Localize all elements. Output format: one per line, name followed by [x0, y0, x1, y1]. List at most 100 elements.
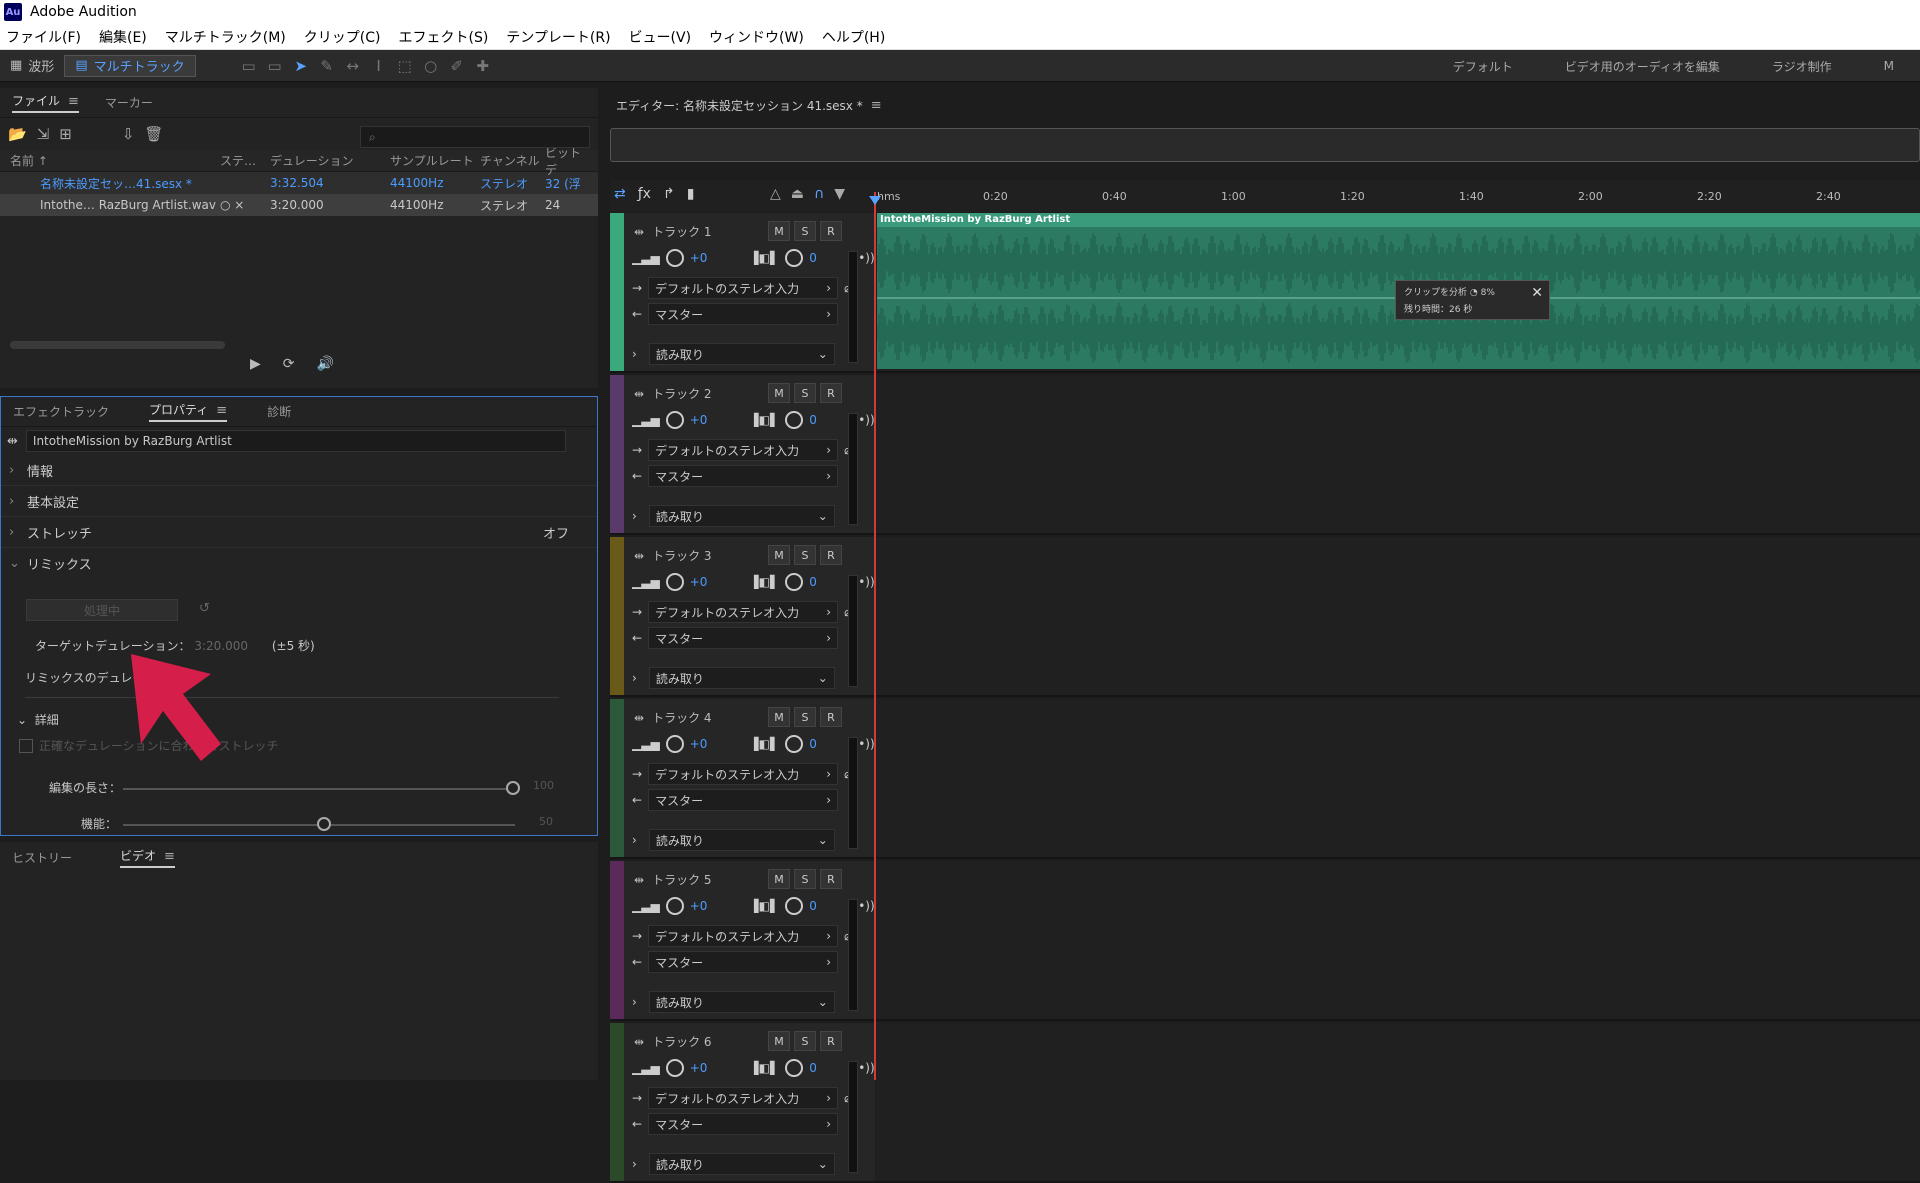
pan-knob[interactable] — [785, 249, 804, 267]
volume-value[interactable]: +0 — [690, 899, 708, 913]
play-icon[interactable]: ▶ — [250, 356, 261, 372]
spectral-pitch-icon[interactable]: ▭ — [262, 55, 288, 77]
track-automation-select[interactable]: 読み取り ⌄ — [648, 505, 835, 527]
inputs-outputs-icon[interactable]: ⇄ — [614, 186, 626, 202]
solo-button[interactable]: S — [794, 869, 816, 889]
menu-file[interactable]: ファイル(F) — [6, 27, 81, 47]
record-button[interactable]: R — [820, 707, 842, 727]
volume-knob[interactable] — [665, 897, 684, 915]
healing-tool-icon[interactable]: ✚ — [470, 55, 496, 77]
insert-icon[interactable]: ⇩ — [122, 125, 135, 143]
time-ruler[interactable]: hms 0:20 0:40 1:00 1:20 1:40 2:00 2:20 2… — [875, 180, 1920, 212]
track-header[interactable]: ⇹ トラック 1 M S R ▁▃▅ +0 ▐◧▌ 0 ((•)) → デフォルト… — [610, 213, 875, 373]
session-overview-bar[interactable] — [610, 128, 1920, 162]
processing-button[interactable]: 処理中 — [26, 599, 178, 621]
track-header[interactable]: ⇹ トラック 5 M S R ▁▃▅ +0 ▐◧▌ 0 ((•)) → デフォルト… — [610, 861, 875, 1021]
menu-template[interactable]: テンプレート(R) — [506, 27, 610, 47]
spectral-frequency-icon[interactable]: ▭ — [236, 55, 262, 77]
track-input-select[interactable]: デフォルトのステレオ入力 › — [648, 439, 839, 461]
pan-value[interactable]: 0 — [809, 1061, 817, 1075]
track-header[interactable]: ⇹ トラック 2 M S R ▁▃▅ +0 ▐◧▌ 0 ((•)) → デフォルト… — [610, 375, 875, 535]
section-basic[interactable]: › 基本設定 — [1, 486, 597, 517]
tab-video[interactable]: ビデオ ≡ — [120, 847, 175, 868]
volume-value[interactable]: +0 — [690, 1061, 708, 1075]
panel-menu-icon[interactable]: ≡ — [68, 94, 79, 109]
sends-icon[interactable]: ↱ — [663, 186, 675, 202]
file-row-audio[interactable]: Intothe… RazBurg Artlist.wav ○ × 3:20.00… — [0, 194, 598, 216]
record-button[interactable]: R — [820, 1031, 842, 1051]
volume-value[interactable]: +0 — [690, 251, 708, 265]
volume-icon[interactable]: 🔊 — [317, 356, 334, 372]
track-automation-select[interactable]: 読み取り ⌄ — [648, 667, 835, 689]
track-input-select[interactable]: デフォルトのステレオ入力 › — [648, 763, 839, 785]
solo-button[interactable]: S — [794, 545, 816, 565]
tab-effects-rack[interactable]: エフェクトラック — [13, 403, 109, 420]
chevron-right-icon[interactable]: › — [632, 833, 637, 847]
workspace-more[interactable]: M — [1884, 59, 1894, 73]
volume-knob[interactable] — [665, 573, 684, 591]
volume-knob[interactable] — [665, 249, 684, 267]
files-search-input[interactable]: ⌕ — [360, 126, 590, 148]
reset-icon[interactable]: ↺ — [199, 601, 210, 616]
track-input-select[interactable]: デフォルトのステレオ入力 › — [648, 601, 839, 623]
mute-button[interactable]: M — [768, 221, 790, 241]
pan-value[interactable]: 0 — [809, 575, 817, 589]
track-output-select[interactable]: マスター › — [648, 789, 839, 811]
menu-multitrack[interactable]: マルチトラック(M) — [165, 27, 286, 47]
waveform-view-button[interactable]: ▦ 波形 — [0, 55, 64, 77]
tab-history[interactable]: ヒストリー — [12, 849, 72, 866]
track-automation-select[interactable]: 読み取り ⌄ — [648, 343, 835, 365]
track-output-select[interactable]: マスター › — [648, 303, 839, 325]
pan-knob[interactable] — [785, 411, 804, 429]
brush-tool-icon[interactable]: ✐ — [444, 55, 470, 77]
editor-title[interactable]: エディター: 名称未設定セッション 41.sesx * — [616, 97, 863, 114]
section-remix[interactable]: ⌄ リミックス — [1, 548, 597, 579]
section-stretch[interactable]: › ストレッチ オフ — [1, 517, 597, 548]
track-name[interactable]: トラック 3 — [652, 547, 711, 564]
chevron-right-icon[interactable]: › — [632, 1157, 637, 1171]
edit-length-slider-knob[interactable] — [506, 781, 520, 795]
pan-value[interactable]: 0 — [809, 899, 817, 913]
mute-button[interactable]: M — [768, 707, 790, 727]
col-samplerate[interactable]: サンプルレート — [390, 152, 480, 169]
track-header[interactable]: ⇹ トラック 6 M S R ▁▃▅ +0 ▐◧▌ 0 ((•)) → デフォルト… — [610, 1023, 875, 1183]
menu-help[interactable]: ヘルプ(H) — [822, 27, 885, 47]
clip-name-field[interactable]: IntotheMission by RazBurg Artlist — [25, 430, 566, 452]
col-channels[interactable]: チャンネル — [480, 152, 545, 169]
track-lane[interactable] — [875, 861, 1920, 1021]
menu-window[interactable]: ウィンドウ(W) — [709, 27, 804, 47]
track-input-select[interactable]: デフォルトのステレオ入力 › — [648, 1087, 839, 1109]
solo-button[interactable]: S — [794, 221, 816, 241]
features-slider-knob[interactable] — [317, 817, 331, 831]
loop-icon[interactable]: ⟳ — [283, 356, 295, 372]
fx-icon[interactable]: ƒx — [638, 186, 651, 202]
track-name[interactable]: トラック 5 — [652, 871, 711, 888]
marquee-tool-icon[interactable]: ⬚ — [392, 55, 418, 77]
track-header[interactable]: ⇹ トラック 4 M S R ▁▃▅ +0 ▐◧▌ 0 ((•)) → デフォルト… — [610, 699, 875, 859]
pan-knob[interactable] — [785, 573, 804, 591]
track-name[interactable]: トラック 2 — [652, 385, 711, 402]
track-lane[interactable] — [875, 699, 1920, 859]
chevron-right-icon[interactable]: › — [632, 509, 637, 523]
volume-knob[interactable] — [665, 1059, 684, 1077]
col-status[interactable]: ステ… — [220, 152, 270, 169]
mute-button[interactable]: M — [768, 545, 790, 565]
tab-markers[interactable]: マーカー — [105, 94, 153, 111]
track-output-select[interactable]: マスター › — [648, 951, 839, 973]
razor-tool-icon[interactable]: ✎ — [314, 55, 340, 77]
chevron-right-icon[interactable]: › — [632, 995, 637, 1009]
playhead-handle-icon[interactable] — [869, 196, 881, 205]
track-automation-select[interactable]: 読み取り ⌄ — [648, 991, 835, 1013]
open-folder-icon[interactable]: 📂 — [8, 125, 27, 143]
chevron-right-icon[interactable]: › — [632, 347, 637, 361]
eq-icon[interactable]: ▮ — [687, 186, 695, 202]
volume-value[interactable]: +0 — [690, 575, 708, 589]
pan-knob[interactable] — [785, 1059, 804, 1077]
solo-button[interactable]: S — [794, 707, 816, 727]
lasso-tool-icon[interactable]: ○ — [418, 55, 444, 77]
track-input-select[interactable]: デフォルトのステレオ入力 › — [648, 277, 839, 299]
workspace-radio[interactable]: ラジオ制作 — [1772, 58, 1832, 75]
track-output-select[interactable]: マスター › — [648, 465, 839, 487]
snap-icon[interactable]: ∩ — [814, 186, 824, 202]
time-selection-tool-icon[interactable]: I — [366, 55, 392, 77]
